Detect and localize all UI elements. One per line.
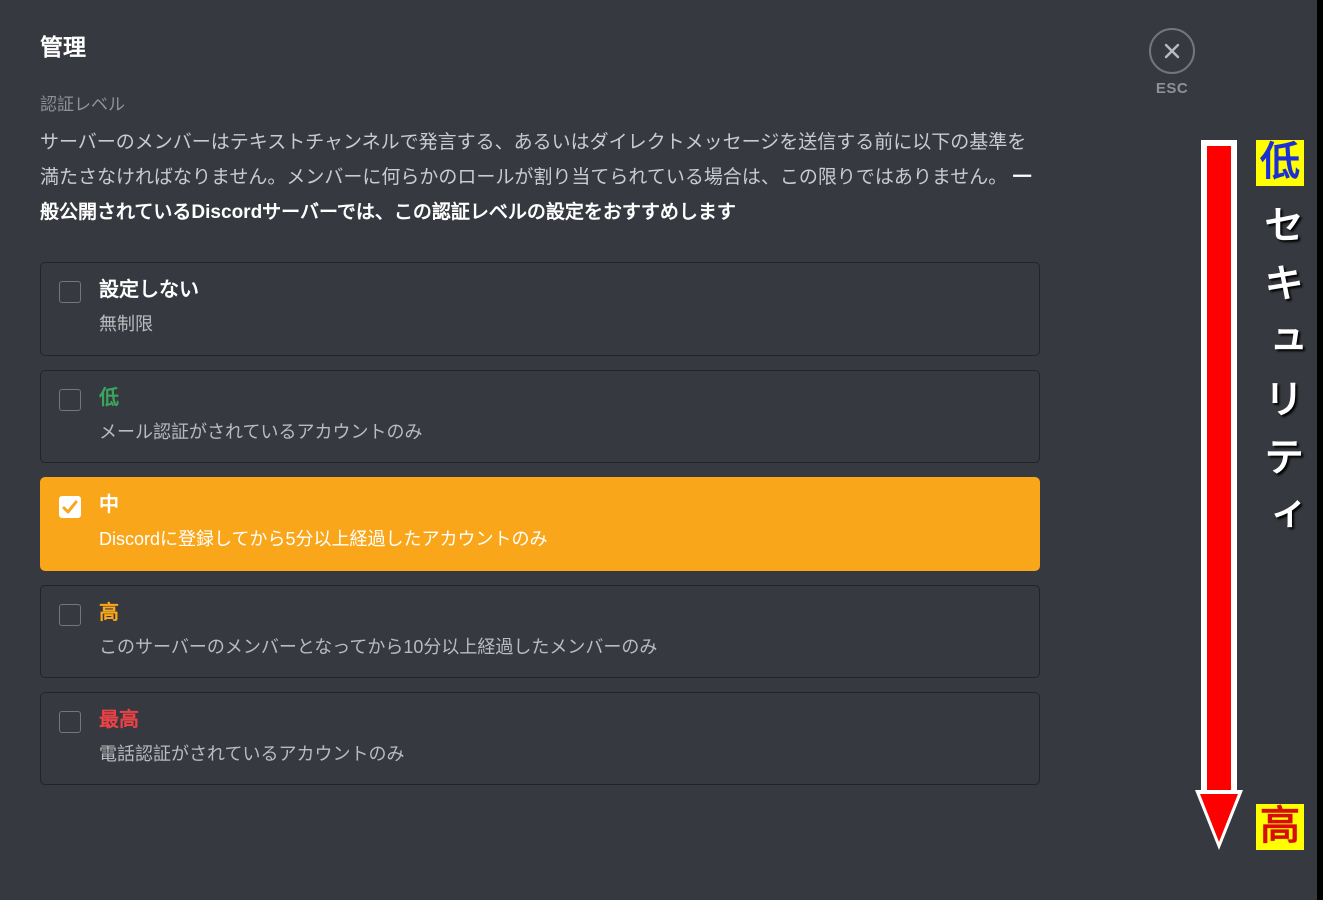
option-description: このサーバーのメンバーとなってから10分以上経過したメンバーのみ: [99, 636, 657, 659]
close-icon: [1162, 41, 1182, 61]
section-label-verification-level: 認証レベル: [40, 90, 1040, 115]
verification-level-options: 設定しない 無制限 低 メール認証がされているアカウントのみ 中 Discord…: [40, 262, 1040, 785]
option-description: 無制限: [99, 313, 199, 336]
close-area: ESC: [1149, 28, 1195, 97]
close-esc-label: ESC: [1156, 80, 1188, 97]
option-title: 中: [99, 494, 547, 516]
option-title: 高: [99, 602, 657, 624]
annotation-low-badge: 低: [1256, 140, 1304, 186]
option-title: 設定しない: [99, 279, 199, 301]
annotation-high-badge: 高: [1256, 804, 1304, 850]
option-description: メール認証がされているアカウントのみ: [99, 421, 422, 444]
checkbox-icon: [59, 496, 81, 518]
option-medium[interactable]: 中 Discordに登録してから5分以上経過したアカウントのみ: [40, 477, 1040, 570]
close-button[interactable]: [1149, 28, 1195, 74]
page-title: 管理: [40, 28, 1040, 62]
checkbox-icon: [59, 604, 81, 626]
right-edge-divider: [1317, 0, 1323, 900]
option-description: 電話認証がされているアカウントのみ: [99, 743, 404, 766]
option-none[interactable]: 設定しない 無制限: [40, 262, 1040, 355]
checkbox-icon: [59, 389, 81, 411]
settings-panel: 管理 認証レベル サーバーのメンバーはテキストチャンネルで発言する、あるいはダイ…: [0, 0, 1080, 825]
option-title: 最高: [99, 709, 404, 731]
checkbox-icon: [59, 281, 81, 303]
option-highest[interactable]: 最高 電話認証がされているアカウントのみ: [40, 692, 1040, 785]
security-scale-annotation: 低 セキュリティ 高: [1195, 140, 1309, 850]
checkbox-icon: [59, 711, 81, 733]
option-low[interactable]: 低 メール認証がされているアカウントのみ: [40, 370, 1040, 463]
option-description: Discordに登録してから5分以上経過したアカウントのみ: [99, 528, 547, 551]
annotation-security-label: セキュリティ: [1251, 204, 1309, 552]
option-title: 低: [99, 387, 422, 409]
arrow-down-icon: [1195, 140, 1243, 850]
annotation-labels: 低 セキュリティ 高: [1251, 140, 1309, 850]
section-description-text: サーバーのメンバーはテキストチャンネルで発言する、あるいはダイレクトメッセージを…: [40, 132, 1026, 188]
option-high[interactable]: 高 このサーバーのメンバーとなってから10分以上経過したメンバーのみ: [40, 585, 1040, 678]
section-description: サーバーのメンバーはテキストチャンネルで発言する、あるいはダイレクトメッセージを…: [40, 125, 1040, 230]
